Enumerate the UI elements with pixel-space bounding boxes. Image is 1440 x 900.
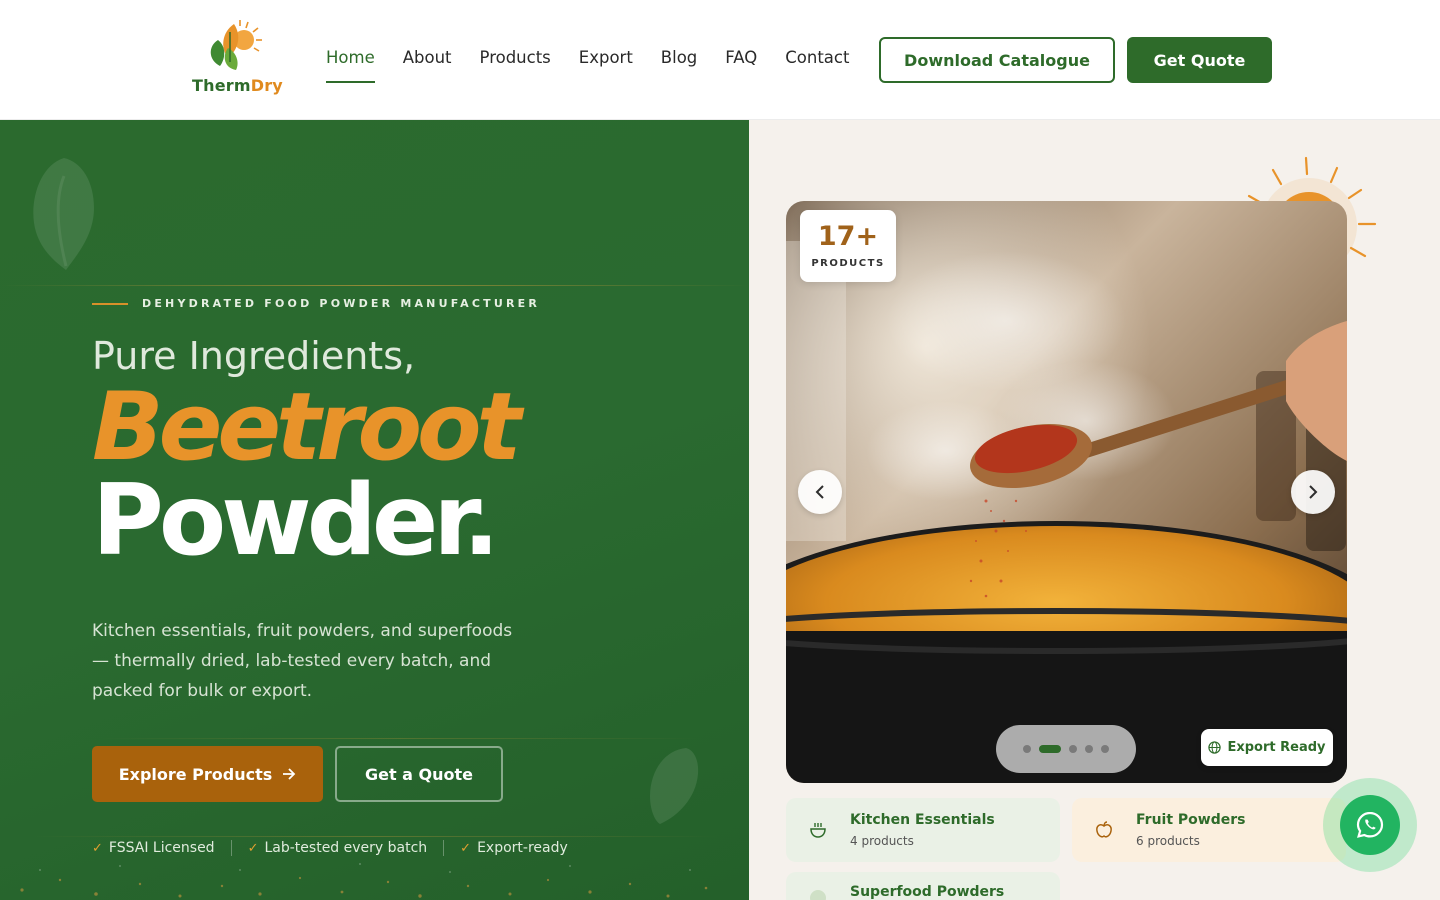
nav-faq[interactable]: FAQ	[725, 48, 757, 72]
export-ready-label: Export Ready	[1227, 740, 1326, 755]
arrow-right-icon	[283, 768, 296, 780]
get-a-quote-button[interactable]: Get a Quote	[335, 746, 503, 802]
category-card-kitchen-essentials[interactable]: Kitchen Essentials 4 products	[786, 798, 1060, 862]
slide-indicators	[996, 725, 1136, 773]
leaf-decoration-icon	[33, 158, 94, 270]
divider-line	[0, 285, 749, 286]
hero-right-panel: 17+ PRODUCTS Export Ready Kitchen Essent…	[749, 120, 1440, 900]
hero-slideshow-image	[786, 201, 1347, 783]
nav-about[interactable]: About	[403, 48, 452, 72]
divider-line	[100, 738, 700, 739]
nav-blog[interactable]: Blog	[661, 48, 697, 72]
category-title: Fruit Powders	[1136, 812, 1246, 828]
slide-dot[interactable]	[1085, 745, 1093, 753]
apple-icon	[1092, 818, 1116, 842]
slide-prev-button[interactable]	[798, 470, 842, 514]
nav-home[interactable]: Home	[326, 48, 375, 83]
explore-products-button[interactable]: Explore Products	[92, 746, 323, 802]
whatsapp-button-inner	[1340, 795, 1400, 855]
stat-number: 17+	[817, 221, 879, 252]
nav-products[interactable]: Products	[480, 48, 551, 72]
eyebrow-dash	[92, 302, 128, 305]
hero-eyebrow: DEHYDRATED FOOD POWDER MANUFACTURER	[92, 297, 540, 310]
stat-label: PRODUCTS	[811, 258, 885, 269]
leaf-icon	[806, 884, 830, 900]
slide-dot-active[interactable]	[1039, 745, 1061, 753]
globe-icon	[1208, 741, 1222, 754]
nav-export[interactable]: Export	[579, 48, 633, 72]
whatsapp-icon	[1356, 811, 1384, 838]
sparkle-decoration	[20, 863, 708, 898]
chevron-right-icon	[1309, 485, 1318, 499]
brand-name-part2: Dry	[250, 76, 283, 95]
explore-products-label: Explore Products	[118, 764, 273, 784]
slide-dot[interactable]	[1069, 745, 1077, 753]
download-catalogue-button[interactable]: Download Catalogue	[879, 37, 1115, 83]
leaf-decoration-icon	[650, 748, 699, 824]
export-ready-badge: Export Ready	[1201, 729, 1333, 766]
eyebrow-text: DEHYDRATED FOOD POWDER MANUFACTURER	[142, 297, 541, 310]
thermdry-logo[interactable]: ThermDry	[190, 18, 286, 100]
category-count: 6 products	[1136, 834, 1200, 848]
spice-cooking-photo	[786, 201, 1347, 783]
category-title: Superfood Powders	[850, 884, 1005, 900]
bowl-icon	[806, 818, 830, 842]
category-card-superfood-powders[interactable]: Superfood Powders	[786, 872, 1060, 900]
category-card-fruit-powders[interactable]: Fruit Powders 6 products	[1072, 798, 1346, 862]
hero-title-pre: Pure Ingredients,	[92, 334, 416, 378]
divider-line	[30, 836, 720, 837]
nav-contact[interactable]: Contact	[785, 48, 849, 72]
category-count: 4 products	[850, 834, 914, 848]
site-header: ThermDry Home About Products Export Blog…	[0, 0, 1440, 120]
category-title: Kitchen Essentials	[850, 812, 995, 828]
slide-next-button[interactable]	[1291, 470, 1335, 514]
hero-left-panel: DEHYDRATED FOOD POWDER MANUFACTURER Pure…	[0, 120, 749, 900]
hero-description: Kitchen essentials, fruit powders, and s…	[92, 621, 513, 701]
brand-wordmark: ThermDry	[192, 76, 283, 95]
slide-dot[interactable]	[1023, 745, 1031, 753]
leaf-sun-logo-icon	[210, 20, 262, 70]
slide-dot[interactable]	[1101, 745, 1109, 753]
chevron-left-icon	[815, 485, 824, 499]
brand-name-part1: Therm	[192, 76, 251, 95]
main-nav: Home About Products Export Blog FAQ Cont…	[326, 48, 849, 83]
get-quote-button[interactable]: Get Quote	[1127, 37, 1272, 83]
hero-title-main: Powder.	[92, 464, 500, 578]
products-stat-card: 17+ PRODUCTS	[800, 210, 896, 282]
whatsapp-chat-button[interactable]	[1323, 778, 1417, 872]
